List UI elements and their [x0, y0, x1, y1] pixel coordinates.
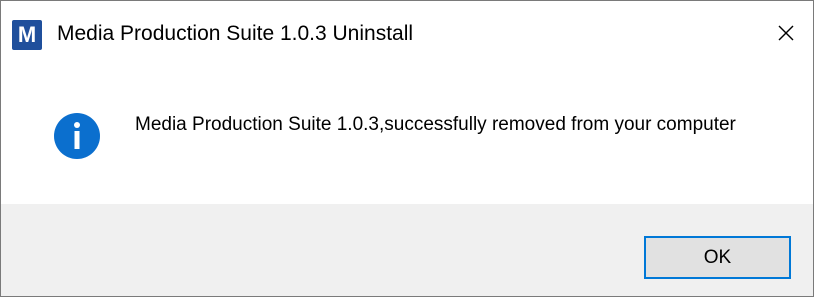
- window-title: Media Production Suite 1.0.3 Uninstall: [57, 22, 414, 45]
- info-icon: [54, 113, 100, 159]
- uninstall-dialog-window: M Media Production Suite 1.0.3 Uninstall…: [0, 0, 814, 297]
- app-logo-icon: M: [12, 20, 42, 50]
- close-icon: [778, 25, 794, 41]
- dialog-footer: OK: [1, 204, 813, 296]
- ok-button[interactable]: OK: [644, 236, 791, 279]
- dialog-message: Media Production Suite 1.0.3,successfull…: [135, 114, 736, 135]
- dialog-content: Media Production Suite 1.0.3,successfull…: [1, 63, 813, 204]
- close-button[interactable]: [761, 11, 811, 55]
- title-bar[interactable]: M Media Production Suite 1.0.3 Uninstall: [1, 1, 813, 63]
